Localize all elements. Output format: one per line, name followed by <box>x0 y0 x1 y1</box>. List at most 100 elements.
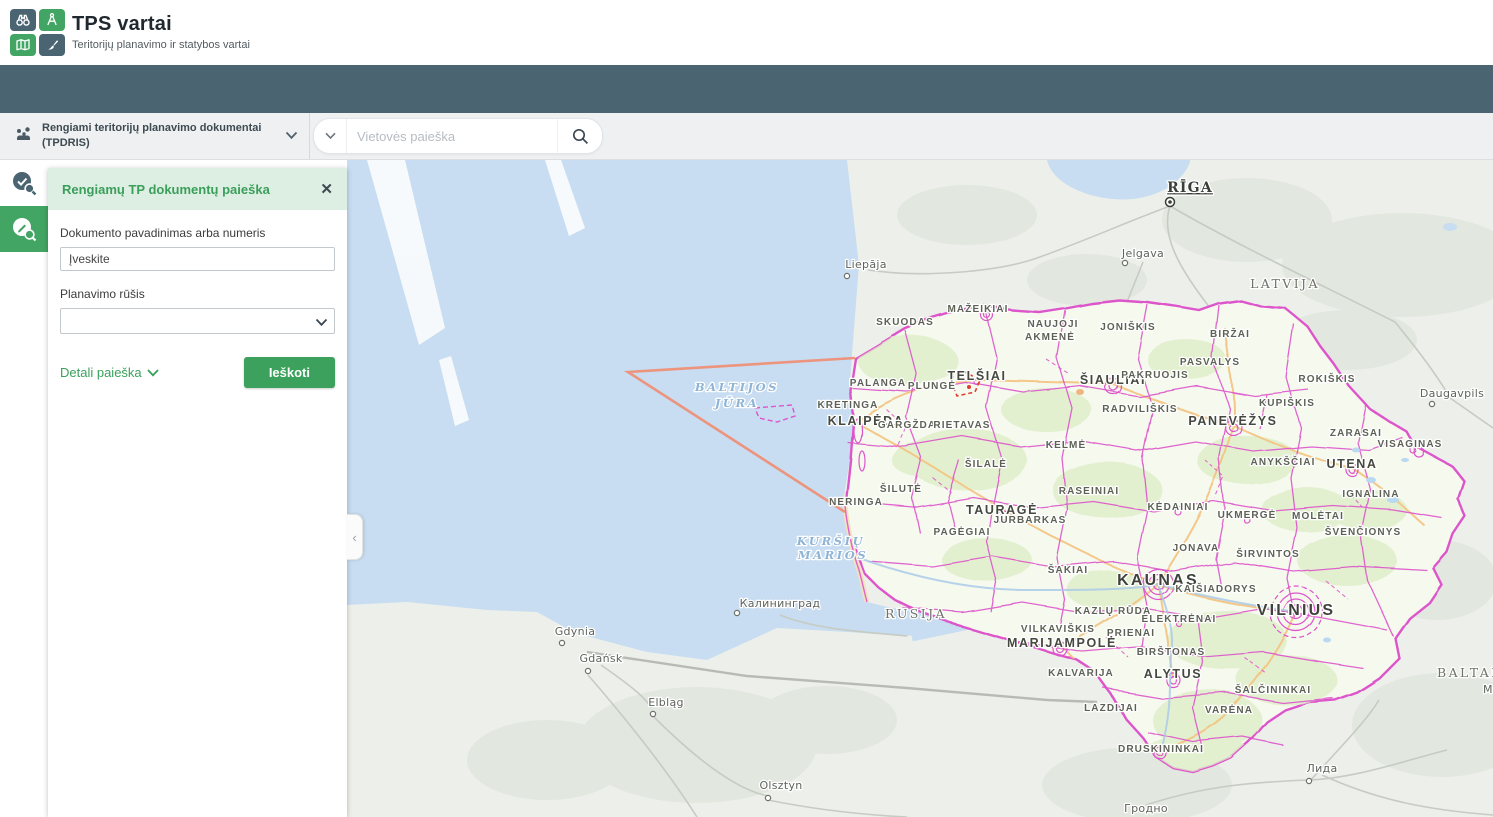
map-label-mo: Mo <box>1483 683 1493 696</box>
search-submit-button[interactable]: Ieškoti <box>244 357 335 388</box>
panel-title: Rengiamų TP dokumentų paieška <box>48 182 270 197</box>
app-header: TPS vartai Teritorijų planavimo ir staty… <box>0 0 1493 65</box>
map-label-bir-tonas: BIRŠTONAS <box>1137 645 1206 658</box>
map-label-jonava: JONAVA <box>1173 543 1220 554</box>
map-label-kretinga: KRETINGA <box>817 400 878 411</box>
map-label-jurbarkas: JURBARKAS <box>994 515 1067 526</box>
tp-documents-search-panel: Rengiamų TP dokumentų paieška ✕ Dokument… <box>48 168 347 817</box>
map-label-jelgava: Jelgava <box>1121 247 1164 260</box>
map-label-rusija: RUSIJA <box>885 606 947 621</box>
map-toolbar: Rengiami teritorijų planavimo dokumentai… <box>0 113 1493 160</box>
map-label-var-na: VARĖNA <box>1205 703 1253 716</box>
map-label-kur-i-: KURŠIŲ <box>796 534 865 548</box>
approved-documents-search-button[interactable] <box>0 160 48 206</box>
map-label-kai-iadorys: KAIŠIADORYS <box>1175 582 1256 595</box>
map-label-pasvalys: PASVALYS <box>1180 357 1240 368</box>
map-label--akiai: ŠAKIAI <box>1048 563 1089 576</box>
map-label-skuodas: SKUODAS <box>876 317 934 328</box>
compass-icon <box>39 9 65 31</box>
map-label-anyk-iai: ANYKŠČIAI <box>1251 455 1316 468</box>
map-label--ilal-: ŠILALĖ <box>965 457 1007 470</box>
search-options-chevron[interactable] <box>314 119 347 153</box>
drafted-documents-search-button[interactable] <box>0 206 48 252</box>
place-search-input[interactable] <box>347 129 557 144</box>
document-layer-selector-label: Rengiami teritorijų planavimo dokumentai… <box>42 121 270 151</box>
map-label-naujoji: NAUJOJI <box>1027 319 1078 330</box>
map-label--: Гродно <box>1124 802 1168 815</box>
detailed-search-link[interactable]: Detali paieška <box>60 365 159 380</box>
panel-header: Rengiamų TP dokumentų paieška ✕ <box>48 168 347 210</box>
left-tool-rail <box>0 160 48 817</box>
top-navigation-bar <box>0 65 1493 113</box>
document-name-label: Dokumento pavadinimas arba numeris <box>60 226 335 240</box>
app-title: TPS vartai <box>72 13 250 36</box>
map-label-vilnius: VILNIUS <box>1257 602 1336 619</box>
map-label-mol-tai: MOLĖTAI <box>1292 509 1344 522</box>
brush-icon <box>39 34 65 56</box>
map-label-pakruojis: PAKRUOJIS <box>1121 370 1189 381</box>
town-dot-marker <box>1122 260 1127 265</box>
map-label-neringa: NERINGA <box>829 497 883 508</box>
search-icon[interactable] <box>557 119 602 153</box>
map-label-kelm-: KELMĖ <box>1046 438 1087 451</box>
map-label--al-ininkai: ŠALČININKAI <box>1235 683 1312 696</box>
town-dot-marker <box>765 795 770 800</box>
map-label--irvintos: ŠIRVINTOS <box>1236 547 1299 560</box>
plan-type-select[interactable] <box>60 308 335 334</box>
map-label-panev-ys: PANEVĖŽYS <box>1188 413 1277 428</box>
chevron-down-icon <box>147 369 159 377</box>
map-label-k-dainiai: KĖDAINIAI <box>1147 500 1208 513</box>
map-label-visaginas: VISAGINAS <box>1378 439 1443 450</box>
map-label-roki-kis: ROKIŠKIS <box>1298 372 1355 385</box>
map-label-radvili-kis: RADVILIŠKIS <box>1102 402 1177 415</box>
map-label-plung-: PLUNGĖ <box>908 379 956 392</box>
map-label-kalvarija: KALVARIJA <box>1048 668 1114 679</box>
town-dot-marker <box>734 610 739 615</box>
town-dot-marker <box>1306 778 1311 783</box>
map-label-pag-giai: PAGĖGIAI <box>934 525 991 538</box>
map-label-j-ra: JŪRA <box>713 396 759 410</box>
map-label-gdynia: Gdynia <box>555 625 596 638</box>
map-label-baltarusija: BALTARUSIJA <box>1437 665 1493 680</box>
map-label--ilut-: ŠILUTĖ <box>880 482 922 495</box>
panel-collapse-handle[interactable]: ‹ <box>347 514 363 560</box>
chevron-down-icon <box>285 127 298 145</box>
map-icon <box>10 34 36 56</box>
document-layer-selector[interactable]: Rengiami teritorijų planavimo dokumentai… <box>0 113 310 159</box>
map-label-alytus: ALYTUS <box>1144 667 1202 681</box>
close-icon[interactable]: ✕ <box>316 176 337 202</box>
map-label-gda-sk: Gdańsk <box>579 652 622 665</box>
town-dot-marker <box>650 711 655 716</box>
app-logo <box>10 9 66 57</box>
tps-vartai-app: { "header": { "title": "TPS vartai", "su… <box>0 0 1493 817</box>
map-label--: Лида <box>1307 762 1338 775</box>
map-label-elektr-nai: ELEKTRĖNAI <box>1142 612 1217 625</box>
map-label-lazdijai: LAZDIJAI <box>1084 703 1138 714</box>
map-label-akmen-: AKMENĖ <box>1025 330 1075 343</box>
map-label-bir-ai: BIRŽAI <box>1210 327 1250 340</box>
document-name-input[interactable] <box>60 247 335 271</box>
place-search-bar <box>313 118 603 154</box>
map-label-utena: UTENA <box>1326 457 1377 471</box>
map-label-ignalina: IGNALINA <box>1342 489 1399 500</box>
map-label-kupi-kis: KUPIŠKIS <box>1259 396 1315 409</box>
binoculars-icon <box>10 9 36 31</box>
map-label-marios: MARIOS <box>797 548 869 562</box>
map-label-baltijos: BALTIJOS <box>694 380 779 394</box>
map-label-garg-dai: GARGŽDAI <box>878 418 940 431</box>
map-label-daugavpils: Daugavpils <box>1420 387 1484 400</box>
map-label-liep-ja: Liepāja <box>845 258 887 271</box>
town-dot-marker <box>1429 401 1434 406</box>
map-label-kazl-r-da: KAZLŲ RŪDA <box>1075 605 1152 617</box>
town-dot-marker <box>844 273 849 278</box>
map-label-prienai: PRIENAI <box>1107 628 1155 639</box>
app-subtitle: Teritorijų planavimo ir statybos vartai <box>72 39 250 51</box>
map-label-palanga: PALANGA <box>850 378 906 389</box>
map-label-druskininkai: DRUSKININKAI <box>1118 744 1204 755</box>
map-label-olsztyn: Olsztyn <box>759 779 802 792</box>
map[interactable]: RĪGALATVIJARUSIJABALTARUSIJAMoLiepājaJel… <box>347 160 1493 817</box>
town-dot-marker <box>559 640 564 645</box>
map-label-tel-iai: TELŠIAI <box>947 368 1006 383</box>
map-label-rietavas: RIETAVAS <box>933 420 990 431</box>
map-label-vilkavi-kis: VILKAVIŠKIS <box>1021 622 1095 635</box>
